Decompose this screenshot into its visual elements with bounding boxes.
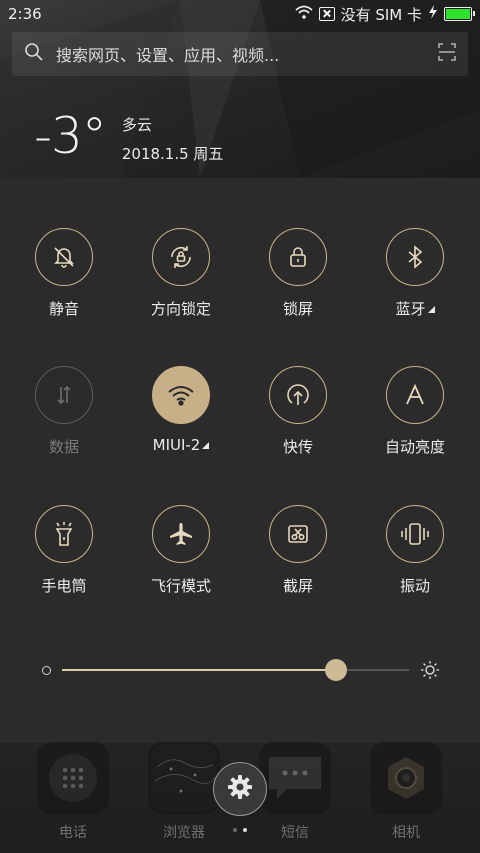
dock-label: 短信 (281, 825, 309, 841)
dock-app-camera[interactable]: 相机 (366, 742, 446, 842)
mobile-data-icon[interactable] (35, 366, 93, 424)
wifi-signal-icon (294, 5, 313, 23)
weather-condition: 多云 (121, 116, 152, 134)
carrier-text: 没有 SIM 卡 (340, 5, 422, 24)
toggle-label: MIUI-2 (153, 436, 210, 454)
toggle-wifi[interactable]: MIUI-2 (123, 366, 239, 454)
page-indicator (233, 828, 247, 832)
toggle-lock-screen[interactable]: 锁屏 (240, 228, 356, 319)
search-icon (24, 42, 44, 66)
more-options-icon (427, 306, 435, 313)
dock-app-phone[interactable]: 电话 (33, 742, 113, 842)
scan-icon[interactable] (438, 43, 456, 65)
toggle-vibrate[interactable]: 振动 (357, 505, 473, 596)
toggle-label: 飞行模式 (150, 577, 211, 595)
toggle-label: 静音 (48, 300, 79, 318)
more-options-icon (202, 442, 210, 449)
dock-app-browser[interactable]: 浏览器 (144, 742, 224, 842)
auto-brightness-icon[interactable] (386, 366, 444, 424)
vibrate-icon[interactable] (386, 505, 444, 563)
camera-icon[interactable] (370, 742, 442, 814)
page-dot-active (243, 828, 247, 832)
brightness-low-icon (42, 666, 51, 675)
status-time: 2:36 (8, 5, 42, 23)
rotation-lock-icon[interactable] (152, 228, 210, 286)
settings-button[interactable] (213, 762, 267, 816)
toggle-airplane-mode[interactable]: 飞行模式 (123, 505, 239, 596)
charging-icon (428, 5, 438, 23)
battery-level (446, 9, 470, 19)
bell-off-icon[interactable] (35, 228, 93, 286)
status-icons: 没有 SIM 卡 (294, 4, 475, 25)
airplane-icon[interactable] (152, 505, 210, 563)
browser-icon[interactable] (148, 742, 220, 814)
toggle-quick-transfer[interactable]: 快传 (240, 366, 356, 457)
weather-temperature: -3° (34, 107, 107, 165)
toggle-rotation-lock[interactable]: 方向锁定 (123, 228, 239, 319)
toggle-label: 方向锁定 (150, 300, 211, 318)
toggle-label: 锁屏 (282, 300, 313, 318)
toggle-label: 手电筒 (41, 577, 87, 595)
toggle-auto-brightness[interactable]: 自动亮度 (357, 366, 473, 457)
slider-thumb[interactable] (325, 659, 348, 681)
toggle-bluetooth[interactable]: 蓝牙 (357, 228, 473, 319)
battery-icon (444, 7, 475, 21)
slider-track[interactable] (62, 659, 409, 681)
dock-label: 电话 (59, 825, 87, 841)
no-sim-icon (318, 7, 335, 21)
flashlight-icon[interactable] (35, 505, 93, 563)
toggle-silent[interactable]: 静音 (6, 228, 122, 319)
messages-icon[interactable] (259, 742, 331, 814)
toggle-label: 快传 (282, 438, 313, 456)
weather-widget[interactable]: -3° 多云 2018.1.5 周五 (34, 108, 223, 164)
dock-app-messages[interactable]: 短信 (255, 742, 335, 842)
brightness-slider[interactable] (40, 658, 440, 682)
toggle-label: 数据 (48, 438, 79, 456)
wifi-icon[interactable] (152, 366, 210, 424)
transfer-icon[interactable] (269, 366, 327, 424)
toggle-screenshot[interactable]: 截屏 (240, 505, 356, 596)
toggle-flashlight[interactable]: 手电筒 (6, 505, 122, 596)
search-bar[interactable]: 搜索网页、设置、应用、视频... (12, 32, 468, 76)
lock-icon[interactable] (269, 228, 327, 286)
screenshot-icon[interactable] (269, 505, 327, 563)
brightness-high-icon (420, 660, 440, 684)
dock-label: 浏览器 (163, 825, 205, 841)
status-bar: 2:36 没有 SIM 卡 (0, 0, 480, 28)
toggle-label: 自动亮度 (384, 438, 445, 456)
toggle-label: 蓝牙 (395, 298, 435, 319)
page-dot (233, 828, 237, 832)
dock-label: 相机 (392, 825, 420, 841)
phone-dialpad-icon[interactable] (37, 742, 109, 814)
weather-date: 2018.1.5 周五 (121, 145, 224, 163)
search-input[interactable]: 搜索网页、设置、应用、视频... (56, 42, 438, 66)
gear-icon (227, 774, 253, 804)
toggle-label: 截屏 (282, 577, 313, 595)
bluetooth-icon[interactable] (386, 228, 444, 286)
toggle-mobile-data[interactable]: 数据 (6, 366, 122, 457)
slider-fill (62, 669, 337, 671)
toggle-label: 振动 (399, 577, 430, 595)
